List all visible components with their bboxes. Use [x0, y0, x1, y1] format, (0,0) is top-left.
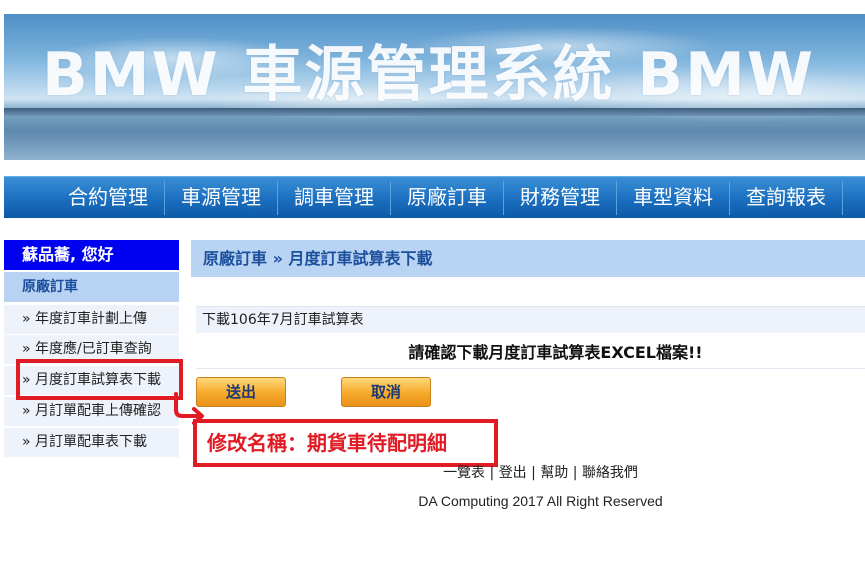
sidebar-item-monthly-allocation-upload[interactable]: » 月訂單配車上傳確認 — [4, 397, 179, 426]
nav-item-model-data[interactable]: 車型資料 — [617, 177, 729, 218]
sidebar-section-title: 原廠訂車 — [4, 272, 179, 302]
download-subheading: 下載106年7月訂車試算表 — [196, 306, 865, 333]
footer-link-help[interactable]: 幫助 — [540, 465, 568, 481]
sidebar-item-monthly-allocation-download[interactable]: » 月訂單配車表下載 — [4, 428, 179, 457]
nav-item-reports[interactable]: 查詢報表 — [730, 177, 842, 218]
header-banner: BMW 車源管理系統 BMW — [4, 14, 865, 160]
confirm-message: 請確認下載月度訂車試算表EXCEL檔案!! — [196, 339, 865, 369]
footer-link-contact[interactable]: 聯絡我們 — [582, 465, 638, 481]
footer-copyright: DA Computing 2017 All Right Reserved — [418, 493, 663, 509]
cancel-button[interactable]: 取消 — [341, 377, 431, 407]
sidebar-item-annual-plan-upload[interactable]: » 年度訂車計劃上傳 — [4, 305, 179, 334]
nav-separator — [842, 181, 843, 215]
annotation-highlight-box — [16, 359, 183, 400]
nav-item-finance[interactable]: 財務管理 — [504, 177, 616, 218]
footer-separator: | — [526, 465, 541, 481]
nav-item-contract[interactable]: 合約管理 — [52, 177, 164, 218]
main-nav: 合約管理 車源管理 調車管理 原廠訂車 財務管理 車型資料 查詢報表 — [4, 176, 865, 218]
banner-title: BMW 車源管理系統 BMW — [42, 40, 816, 110]
footer-links: 一覽表 | 登出 | 幫助 | 聯絡我們 — [196, 462, 865, 482]
footer-link-logout[interactable]: 登出 — [499, 465, 527, 481]
annotation-note: 修改名稱：期貨車待配明細 — [193, 419, 498, 467]
sidebar-greeting: 蘇品蕎, 您好 — [4, 240, 179, 270]
footer-link-overview[interactable]: 一覽表 — [443, 465, 485, 481]
page-breadcrumb: 原廠訂車 » 月度訂車試算表下載 — [191, 240, 865, 277]
nav-item-transfer[interactable]: 調車管理 — [278, 177, 390, 218]
nav-item-factory-order[interactable]: 原廠訂車 — [391, 177, 503, 218]
footer-separator: | — [485, 465, 499, 481]
nav-item-vehicle-source[interactable]: 車源管理 — [165, 177, 277, 218]
footer-separator: | — [568, 465, 582, 481]
